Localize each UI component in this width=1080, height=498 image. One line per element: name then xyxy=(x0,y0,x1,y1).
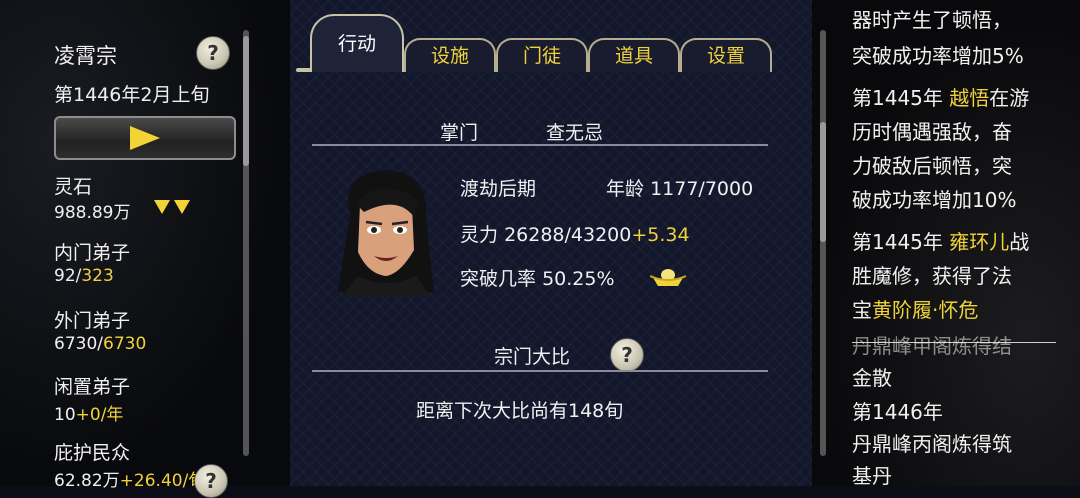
protected-people-help-button[interactable]: ? xyxy=(194,464,228,498)
log-scrollbar-thumb[interactable] xyxy=(820,122,826,242)
log-line: 基丹 xyxy=(852,464,892,488)
stat-label-protected-people: 庇护民众 xyxy=(54,442,131,464)
tab-items[interactable]: 道具 xyxy=(588,38,680,72)
question-mark-icon: ? xyxy=(621,343,633,367)
log-line: 突破成功率增加5% xyxy=(852,44,1024,68)
log-line: 丹鼎峰丙阁炼得筑 xyxy=(852,432,1012,456)
sect-sidebar: 凌霄宗 ? 第1446年2月上旬 灵石 988.89万 内门弟子 92/323 … xyxy=(0,0,290,498)
log-line: 第1445年 雍环儿战 xyxy=(852,230,1030,254)
stat-value-spirit-stones: 988.89万 xyxy=(54,203,131,223)
stat-value-idle-disciples: 10+0/年 xyxy=(54,405,124,425)
stat-label-outer-disciples: 外门弟子 xyxy=(54,310,131,332)
tab-disciples[interactable]: 门徒 xyxy=(496,38,588,72)
log-line: 器时产生了顿悟， xyxy=(852,8,1012,32)
tournament-countdown: 距离下次大比尚有148旬 xyxy=(416,400,624,422)
log-line: 宝黄阶履·怀危 xyxy=(852,298,979,322)
stat-label-inner-disciples: 内门弟子 xyxy=(54,242,131,264)
tab-settings[interactable]: 设置 xyxy=(680,38,772,72)
tournament-help-button[interactable]: ? xyxy=(610,338,644,372)
gold-ingot-icon[interactable] xyxy=(650,266,686,288)
sidebar-scrollbar-thumb[interactable] xyxy=(243,36,249,166)
advance-time-button[interactable] xyxy=(54,116,236,160)
double-down-arrow-icon xyxy=(154,200,198,216)
stat-value-protected-people: 62.82万+26.40/旬 xyxy=(54,471,206,491)
leader-breakthrough-rate: 突破几率 50.25% xyxy=(460,268,615,290)
stat-value-outer-disciples: 6730/6730 xyxy=(54,334,147,354)
stat-value-inner-disciples: 92/323 xyxy=(54,266,114,286)
leader-age: 年龄 1177/7000 xyxy=(606,178,754,200)
play-icon xyxy=(130,126,160,150)
stat-label-idle-disciples: 闲置弟子 xyxy=(54,376,131,398)
sect-help-button[interactable]: ? xyxy=(196,36,230,70)
tournament-divider xyxy=(312,370,768,372)
leader-heading: 掌门 xyxy=(440,122,479,144)
log-scrollbar[interactable] xyxy=(820,30,826,456)
log-line: 破成功率增加10% xyxy=(852,188,1017,212)
leader-name[interactable]: 查无忌 xyxy=(546,118,603,145)
leader-spirit-power: 灵力 26288/43200+5.34 xyxy=(460,224,690,246)
sidebar-scrollbar[interactable] xyxy=(243,30,249,456)
leader-portrait[interactable] xyxy=(330,164,442,296)
log-line: 金散 xyxy=(852,366,892,390)
question-mark-icon: ? xyxy=(207,41,219,65)
question-mark-icon: ? xyxy=(205,469,217,493)
stat-label-spirit-stones: 灵石 xyxy=(54,176,93,198)
tab-facilities[interactable]: 设施 xyxy=(404,38,496,72)
leader-divider xyxy=(312,144,768,146)
tournament-heading: 宗门大比 xyxy=(494,346,571,368)
log-line: 丹鼎峰甲阁炼得结 xyxy=(852,334,1012,358)
leader-realm: 渡劫后期 xyxy=(460,178,537,200)
log-line: 第1446年 xyxy=(852,400,943,424)
log-line: 力破敌后顿悟，突 xyxy=(852,154,1012,178)
log-line: 历时偶遇强敌，奋 xyxy=(852,120,1012,144)
sect-name: 凌霄宗 xyxy=(54,44,117,68)
log-line: 胜魔修，获得了法 xyxy=(852,264,1012,288)
main-tabbar: 行动 设施 门徒 道具 设置 xyxy=(296,8,772,78)
game-date: 第1446年2月上旬 xyxy=(54,84,210,106)
tab-action[interactable]: 行动 xyxy=(310,14,404,72)
log-line: 第1445年 越悟在游 xyxy=(852,86,1030,110)
